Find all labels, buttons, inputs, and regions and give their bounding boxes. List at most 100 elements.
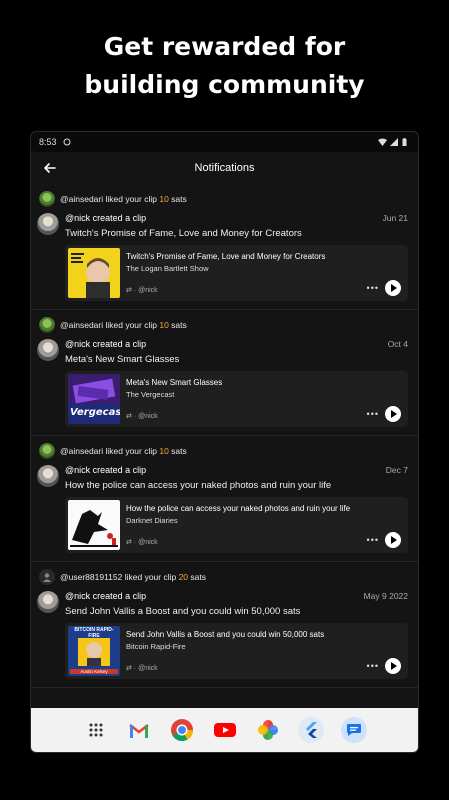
avatar-placeholder-icon[interactable]	[39, 569, 55, 585]
battery-icon	[402, 138, 410, 146]
like-username[interactable]: @ainsedari	[60, 194, 103, 204]
poster-username[interactable]: @nick	[65, 465, 90, 475]
sats-amount: 10	[159, 320, 169, 330]
play-icon[interactable]	[385, 406, 401, 422]
like-username[interactable]: @user88191152	[60, 572, 122, 582]
wifi-icon	[378, 138, 387, 146]
like-text: liked your clip	[103, 446, 160, 456]
play-icon[interactable]	[385, 280, 401, 296]
clip-meta: ⇄ · @nick	[126, 538, 158, 546]
podcast-name[interactable]: The Logan Bartlett Show	[126, 264, 405, 273]
notification-item[interactable]: @ainsedari liked your clip 10 sats @nick…	[31, 184, 418, 310]
podcast-thumbnail	[68, 500, 120, 550]
sats-label: sats	[188, 572, 206, 582]
status-time: 8:53	[39, 137, 57, 147]
notifications-feed[interactable]: @ainsedari liked your clip 10 sats @nick…	[31, 184, 418, 730]
notification-icon	[63, 138, 71, 146]
podcast-name[interactable]: The Vergecast	[126, 390, 405, 399]
back-arrow-icon[interactable]	[41, 159, 59, 177]
podcast-name[interactable]: Bitcoin Rapid-Fire	[126, 642, 405, 651]
gmail-icon[interactable]	[126, 717, 152, 743]
like-row: @user88191152 liked your clip 20 sats	[37, 566, 408, 588]
clip-card[interactable]: Twitch's Promise of Fame, Love and Money…	[65, 245, 408, 301]
sats-amount: 20	[178, 572, 189, 582]
post-action: created a clip	[90, 213, 147, 223]
repost-icon: ⇄ ·	[126, 539, 139, 546]
sats-label: sats	[168, 320, 187, 330]
clip-author[interactable]: @nick	[138, 539, 158, 546]
like-text: liked your clip	[103, 320, 160, 330]
like-username[interactable]: @ainsedari	[60, 320, 103, 330]
like-username[interactable]: @ainsedari	[60, 446, 103, 456]
status-bar: 8:53	[31, 132, 418, 152]
avatar[interactable]	[39, 443, 55, 459]
play-icon[interactable]	[385, 658, 401, 674]
clip-author[interactable]: @nick	[138, 665, 158, 672]
sats-amount: 10	[159, 446, 169, 456]
clip-post[interactable]: @nick created a clip May 9 2022 Send Joh…	[37, 589, 408, 679]
notification-item[interactable]: @ainsedari liked your clip 10 sats @nick…	[31, 436, 418, 562]
like-text: liked your clip	[103, 194, 160, 204]
avatar[interactable]	[37, 465, 59, 487]
podcast-thumbnail	[68, 248, 120, 298]
page-title: Notifications	[194, 162, 255, 174]
sats-label: sats	[168, 194, 187, 204]
chrome-icon[interactable]	[169, 717, 195, 743]
more-options-icon[interactable]: •••	[367, 283, 379, 293]
avatar[interactable]	[37, 339, 59, 361]
post-action: created a clip	[90, 591, 147, 601]
more-options-icon[interactable]: •••	[367, 661, 379, 671]
clip-title: How the police can access your naked pho…	[126, 504, 351, 513]
avatar[interactable]	[37, 591, 59, 613]
clip-card[interactable]: Vergecast Meta's New Smart Glasses The V…	[65, 371, 408, 427]
podcast-thumbnail: BITCOIN RAPID-FIRE Austin Kelsey	[68, 626, 120, 676]
post-date: May 9 2022	[363, 591, 408, 601]
clip-title: Send John Vallis a Boost and you could w…	[126, 630, 325, 639]
headline-line-1: Get rewarded for	[103, 32, 346, 61]
photos-icon[interactable]	[255, 717, 281, 743]
avatar[interactable]	[39, 191, 55, 207]
clip-card[interactable]: How the police can access your naked pho…	[65, 497, 408, 553]
more-options-icon[interactable]: •••	[367, 535, 379, 545]
poster-username[interactable]: @nick	[65, 213, 90, 223]
clip-post[interactable]: @nick created a clip Dec 7 How the polic…	[37, 463, 408, 553]
poster-username[interactable]: @nick	[65, 591, 90, 601]
post-text: Meta's New Smart Glasses	[65, 354, 180, 365]
signal-icon	[390, 138, 398, 146]
clip-post[interactable]: @nick created a clip Jun 21 Twitch's Pro…	[37, 211, 408, 301]
like-row: @ainsedari liked your clip 10 sats	[37, 440, 408, 462]
sats-label: sats	[168, 446, 187, 456]
sats-amount: 10	[159, 194, 169, 204]
app-grid-icon[interactable]	[83, 717, 109, 743]
promo-headline: Get rewarded for building community	[0, 28, 449, 104]
clip-title: Meta's New Smart Glasses	[126, 378, 223, 387]
flutter-icon[interactable]	[297, 717, 324, 743]
avatar[interactable]	[37, 213, 59, 235]
clip-meta: ⇄ · @nick	[126, 286, 158, 294]
app-dock	[31, 708, 418, 752]
repost-icon: ⇄ ·	[126, 413, 139, 420]
like-row: @ainsedari liked your clip 10 sats	[37, 314, 408, 336]
post-text: Send John Vallis a Boost and you could w…	[65, 606, 301, 617]
clip-card[interactable]: BITCOIN RAPID-FIRE Austin Kelsey Send Jo…	[65, 623, 408, 679]
post-date: Jun 21	[382, 213, 408, 223]
podcast-name[interactable]: Darknet Diaries	[126, 516, 405, 525]
thumbnail-name: Austin Kelsey	[70, 669, 118, 674]
notification-item[interactable]: @ainsedari liked your clip 10 sats @nick…	[31, 310, 418, 436]
avatar[interactable]	[39, 317, 55, 333]
clip-author[interactable]: @nick	[138, 287, 158, 294]
more-options-icon[interactable]: •••	[367, 409, 379, 419]
like-text: liked your clip	[122, 572, 179, 582]
youtube-icon[interactable]	[212, 717, 238, 743]
clip-post[interactable]: @nick created a clip Oct 4 Meta's New Sm…	[37, 337, 408, 427]
poster-username[interactable]: @nick	[65, 339, 90, 349]
thumbnail-text: Vergecast	[70, 407, 120, 418]
app-bar: Notifications	[31, 152, 418, 184]
notification-item[interactable]: @user88191152 liked your clip 20 sats @n…	[31, 562, 418, 688]
repost-icon: ⇄ ·	[126, 665, 139, 672]
clip-author[interactable]: @nick	[138, 413, 158, 420]
play-icon[interactable]	[385, 532, 401, 548]
messages-icon[interactable]	[340, 717, 367, 743]
post-text: How the police can access your naked pho…	[65, 480, 332, 491]
post-text: Twitch's Promise of Fame, Love and Money…	[65, 228, 302, 239]
